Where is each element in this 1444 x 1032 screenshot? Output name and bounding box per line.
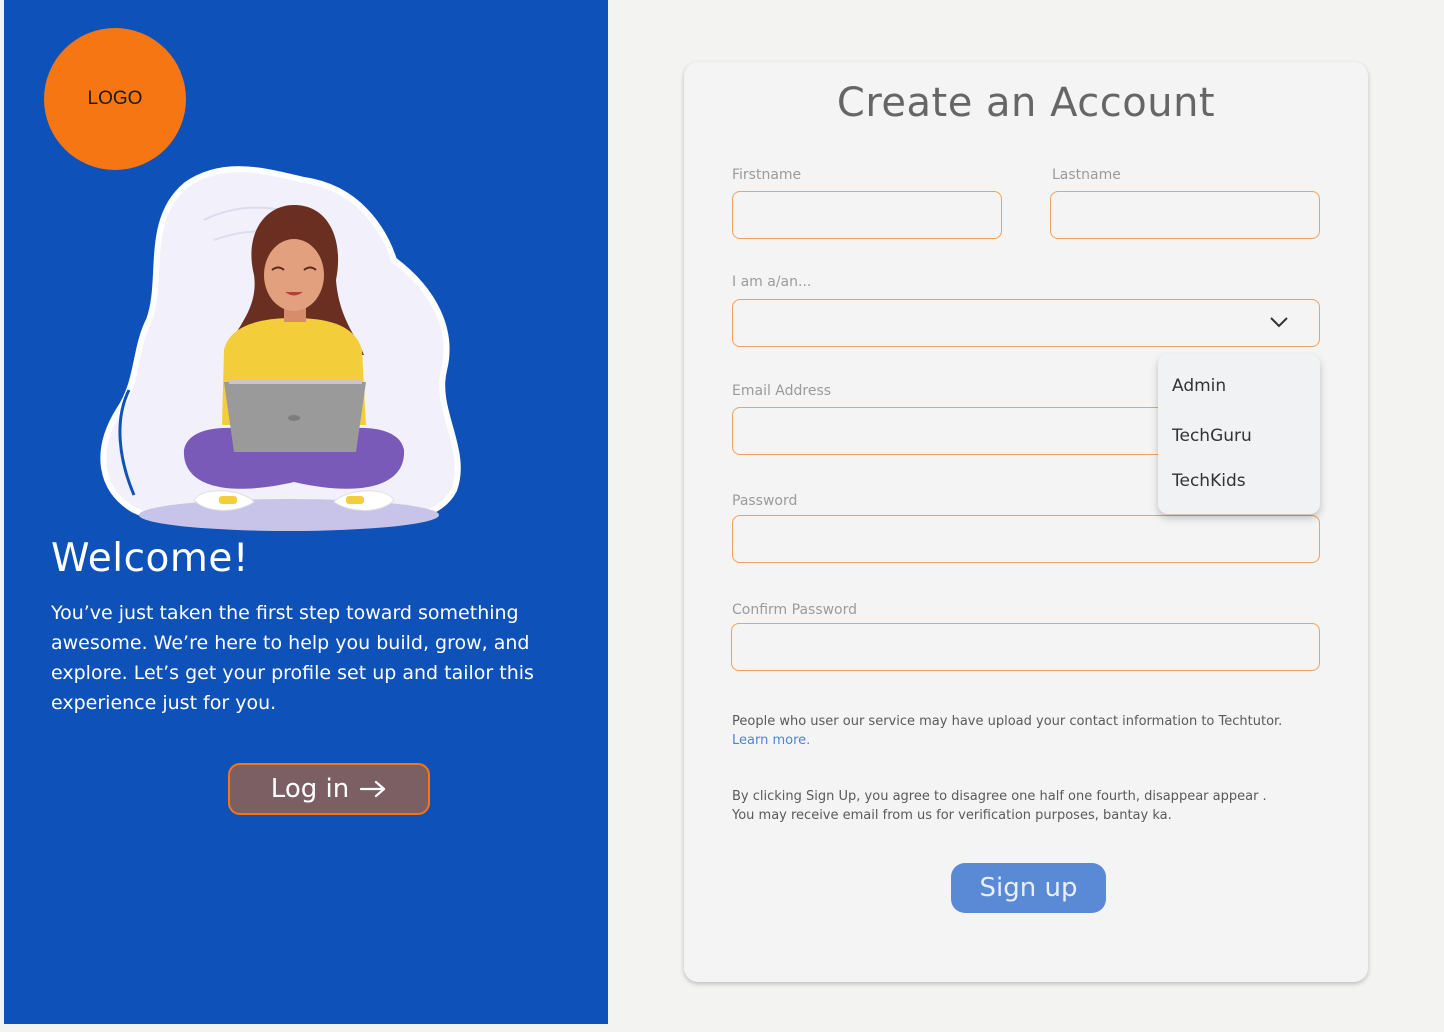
terms-notice: By clicking Sign Up, you agree to disagr…	[732, 789, 1267, 823]
login-label: Log in	[270, 774, 350, 804]
role-option-techkids[interactable]: TechKids	[1172, 471, 1246, 491]
chevron-down-icon[interactable]	[1269, 315, 1289, 334]
logo: LOGO	[44, 28, 186, 170]
password-label: Password	[732, 493, 798, 509]
role-dropdown-menu: Admin TechGuru TechKids	[1158, 354, 1320, 514]
arrow-right-icon	[359, 780, 387, 798]
firstname-label: Firstname	[732, 167, 802, 183]
page-title: Create an Account	[836, 80, 1216, 126]
lastname-field[interactable]	[1050, 191, 1320, 239]
welcome-title: Welcome!	[51, 536, 250, 581]
login-button[interactable]: Log in	[228, 763, 430, 815]
confirm-password-label: Confirm Password	[732, 602, 858, 618]
welcome-message: You’ve just taken the first step toward …	[51, 602, 534, 714]
lastname-label: Lastname	[1052, 167, 1121, 183]
signup-button[interactable]: Sign up	[951, 863, 1106, 913]
password-field[interactable]	[732, 515, 1320, 563]
email-label: Email Address	[732, 383, 832, 399]
person-laptop-illustration	[100, 166, 461, 531]
signup-card: Create an Account Firstname Lastname I a…	[684, 62, 1368, 982]
confirm-password-field[interactable]	[731, 623, 1320, 671]
firstname-field[interactable]	[732, 191, 1002, 239]
welcome-panel: LOGO Welcome! You’ve just taken the firs…	[4, 0, 608, 1024]
role-select[interactable]	[732, 299, 1320, 347]
contact-notice: People who user our service may have upl…	[732, 712, 1292, 750]
role-option-admin[interactable]: Admin	[1172, 376, 1226, 396]
learn-more-link[interactable]: Learn more.	[732, 733, 810, 748]
contact-notice-text: People who user our service may have upl…	[732, 714, 1283, 729]
role-label: I am a/an...	[732, 274, 812, 290]
logo-text: LOGO	[87, 88, 143, 109]
role-option-techguru[interactable]: TechGuru	[1172, 426, 1252, 446]
